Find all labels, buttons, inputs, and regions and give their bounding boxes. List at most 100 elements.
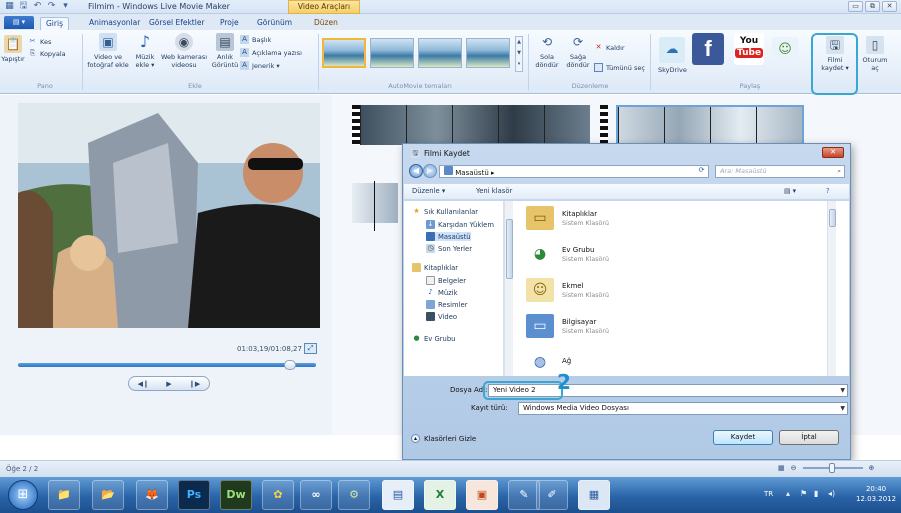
language-indicator[interactable]: TR xyxy=(764,490,773,498)
theme-gallery-scroll[interactable]: ▲ ▼ ▾ xyxy=(515,36,523,72)
taskbar-app-excel[interactable]: X xyxy=(424,480,456,510)
tree-item-desktop[interactable]: Masaüstü xyxy=(426,232,471,241)
address-bar[interactable]: Masaüstü ▸ xyxy=(439,165,709,178)
taskbar-app-generic[interactable]: ▣ xyxy=(466,480,498,510)
redo-icon[interactable]: ↷ xyxy=(46,1,57,12)
save-button[interactable]: Kaydet xyxy=(713,430,773,445)
file-item-homegroup[interactable]: ◕ Ev Grubu Sistem Klasörü xyxy=(526,239,609,269)
zoom-out-icon[interactable]: ⊖ xyxy=(791,464,797,472)
minimize-button[interactable]: ▭ xyxy=(848,1,863,12)
taskbar-app-explorer[interactable]: 📁 xyxy=(48,480,80,510)
tab-edit[interactable]: Düzen xyxy=(309,17,343,30)
app-menu-button[interactable]: ▤ ▾ xyxy=(4,16,34,29)
tab-home[interactable]: Giriş xyxy=(40,17,69,30)
snapshot-button[interactable]: ▤ Anlık Görüntü xyxy=(211,33,239,69)
tray-arrow-icon[interactable]: ▴ xyxy=(786,489,790,498)
facebook-icon[interactable]: f xyxy=(692,33,724,65)
rotate-right-button[interactable]: ⟳ Sağa döndür xyxy=(563,33,593,69)
qat-dropdown-icon[interactable]: ▾ xyxy=(60,1,71,12)
maximize-button[interactable]: ⧉ xyxy=(865,1,880,12)
skydrive-icon[interactable]: ☁ xyxy=(659,37,685,63)
taskbar-app-generic[interactable]: ▤ xyxy=(382,480,414,510)
tree-item-favorites[interactable]: ★ Sık Kullanılanlar xyxy=(412,207,478,216)
file-item-computer[interactable]: ▭ Bilgisayar Sistem Klasörü xyxy=(526,311,609,341)
rotate-left-button[interactable]: ⟲ Sola döndür xyxy=(532,33,562,69)
sign-in-button[interactable]: ▯ Oturum aç xyxy=(857,36,893,72)
tree-item-downloads[interactable]: ↓ Karşıdan Yüklem xyxy=(426,220,494,229)
file-item-user[interactable]: ☺ Ekmel Sistem Klasörü xyxy=(526,275,609,305)
fullscreen-icon[interactable]: ⤢ xyxy=(304,343,317,354)
caption-button[interactable]: A Açıklama yazısı xyxy=(240,48,302,57)
play-button[interactable]: ▶ xyxy=(166,380,171,388)
volume-icon[interactable]: ◂) xyxy=(828,489,835,498)
title-button[interactable]: A Başlık xyxy=(240,35,271,44)
taskbar-app-generic[interactable]: ∞ xyxy=(300,480,332,510)
seek-handle[interactable] xyxy=(284,360,296,370)
taskbar-app-generic[interactable]: ✿ xyxy=(262,480,294,510)
tab-animations[interactable]: Animasyonlar xyxy=(84,17,145,30)
select-all-button[interactable]: Tümünü seç xyxy=(594,63,645,72)
theme-thumbnail[interactable] xyxy=(418,38,462,68)
zoom-slider[interactable] xyxy=(802,463,863,473)
tree-item-recent-places[interactable]: ◷ Son Yerler xyxy=(426,244,472,253)
taskbar-app-generic[interactable]: ⚙ xyxy=(338,480,370,510)
refresh-icon[interactable]: ⟳ xyxy=(695,166,708,177)
tree-item-documents[interactable]: Belgeler xyxy=(426,276,466,285)
save-icon[interactable]: 🖫 xyxy=(18,1,29,12)
taskbar-app-generic[interactable]: ✐ xyxy=(536,480,568,510)
view-options-icon[interactable]: ▤ ▾ xyxy=(784,187,796,195)
youtube-icon[interactable]: You Tube xyxy=(734,33,764,65)
filetype-select[interactable]: Windows Media Video Dosyası ▼ xyxy=(518,402,848,415)
add-music-button[interactable]: ♪ Müzik ekle ▾ xyxy=(132,33,158,70)
video-preview[interactable] xyxy=(18,103,320,328)
app-icon[interactable]: ▦ xyxy=(4,1,15,12)
close-button[interactable]: ✕ xyxy=(882,1,897,12)
previous-frame-button[interactable]: ◀❙ xyxy=(138,380,149,388)
taskbar-app-dreamweaver[interactable]: Dw xyxy=(220,480,252,510)
taskbar-app-firefox[interactable]: 🦊 xyxy=(136,480,168,510)
taskbar-app-photoshop[interactable]: Ps xyxy=(178,480,210,510)
cancel-button[interactable]: İptal xyxy=(779,430,839,445)
scroll-thumb[interactable] xyxy=(829,209,836,227)
flag-icon[interactable]: ⚑ xyxy=(800,489,807,498)
credits-button[interactable]: A Jenerik ▾ xyxy=(240,61,280,70)
clip-strip[interactable] xyxy=(352,183,398,223)
chevron-down-icon[interactable]: ▼ xyxy=(840,385,845,396)
seek-bar[interactable] xyxy=(18,363,316,367)
organize-menu[interactable]: Düzenle ▾ xyxy=(412,187,445,195)
zoom-slider-handle[interactable] xyxy=(828,463,835,473)
theme-thumbnail[interactable] xyxy=(370,38,414,68)
scroll-thumb[interactable] xyxy=(506,219,513,279)
zoom-in-icon[interactable]: ⊕ xyxy=(869,464,875,472)
chevron-down-icon[interactable]: ▼ xyxy=(840,403,845,414)
paste-button[interactable]: 📋 Yapıştır xyxy=(0,35,26,63)
start-button[interactable]: ⊞ xyxy=(8,480,38,510)
tree-scrollbar[interactable] xyxy=(504,201,513,376)
theme-thumbnail[interactable] xyxy=(466,38,510,68)
tree-item-libraries[interactable]: Kitaplıklar xyxy=(412,263,458,272)
taskbar-app-movie-maker[interactable]: ▦ xyxy=(578,480,610,510)
back-arrow-icon[interactable]: ◀ xyxy=(409,164,423,178)
help-icon[interactable]: ? xyxy=(826,187,830,195)
cut-button[interactable]: ✂ Kes xyxy=(28,37,52,46)
undo-icon[interactable]: ↶ xyxy=(32,1,43,12)
next-frame-button[interactable]: ❙▶ xyxy=(189,380,200,388)
clip-strip[interactable] xyxy=(360,105,590,145)
file-list-scrollbar[interactable] xyxy=(827,201,836,376)
copy-button[interactable]: ⎘ Kopyala xyxy=(28,49,66,58)
clip-strip-selected[interactable] xyxy=(616,105,804,147)
tree-item-music[interactable]: ♪ Müzik xyxy=(426,288,457,297)
forward-arrow-icon[interactable]: ▶ xyxy=(423,164,437,178)
theme-thumbnail[interactable] xyxy=(322,38,366,68)
playhead-line[interactable] xyxy=(374,181,375,231)
remove-button[interactable]: ✕ Kaldır xyxy=(594,43,625,52)
tree-item-pictures[interactable]: Resimler xyxy=(426,300,468,309)
new-folder-button[interactable]: Yeni klasör xyxy=(476,187,512,195)
search-input[interactable]: Ara: Masaüstü ⌕ xyxy=(715,165,845,178)
network-signal-icon[interactable]: ▮ xyxy=(814,489,818,498)
webcam-video-button[interactable]: ◉ Web kamerası videosu xyxy=(160,33,208,69)
tab-visual-effects[interactable]: Görsel Efektler xyxy=(144,17,210,30)
context-tab-video-tools[interactable]: Video Araçları xyxy=(288,0,360,14)
tree-item-homegroup[interactable]: ● Ev Grubu xyxy=(412,334,455,343)
taskbar-app-folders[interactable]: 📂 xyxy=(92,480,124,510)
